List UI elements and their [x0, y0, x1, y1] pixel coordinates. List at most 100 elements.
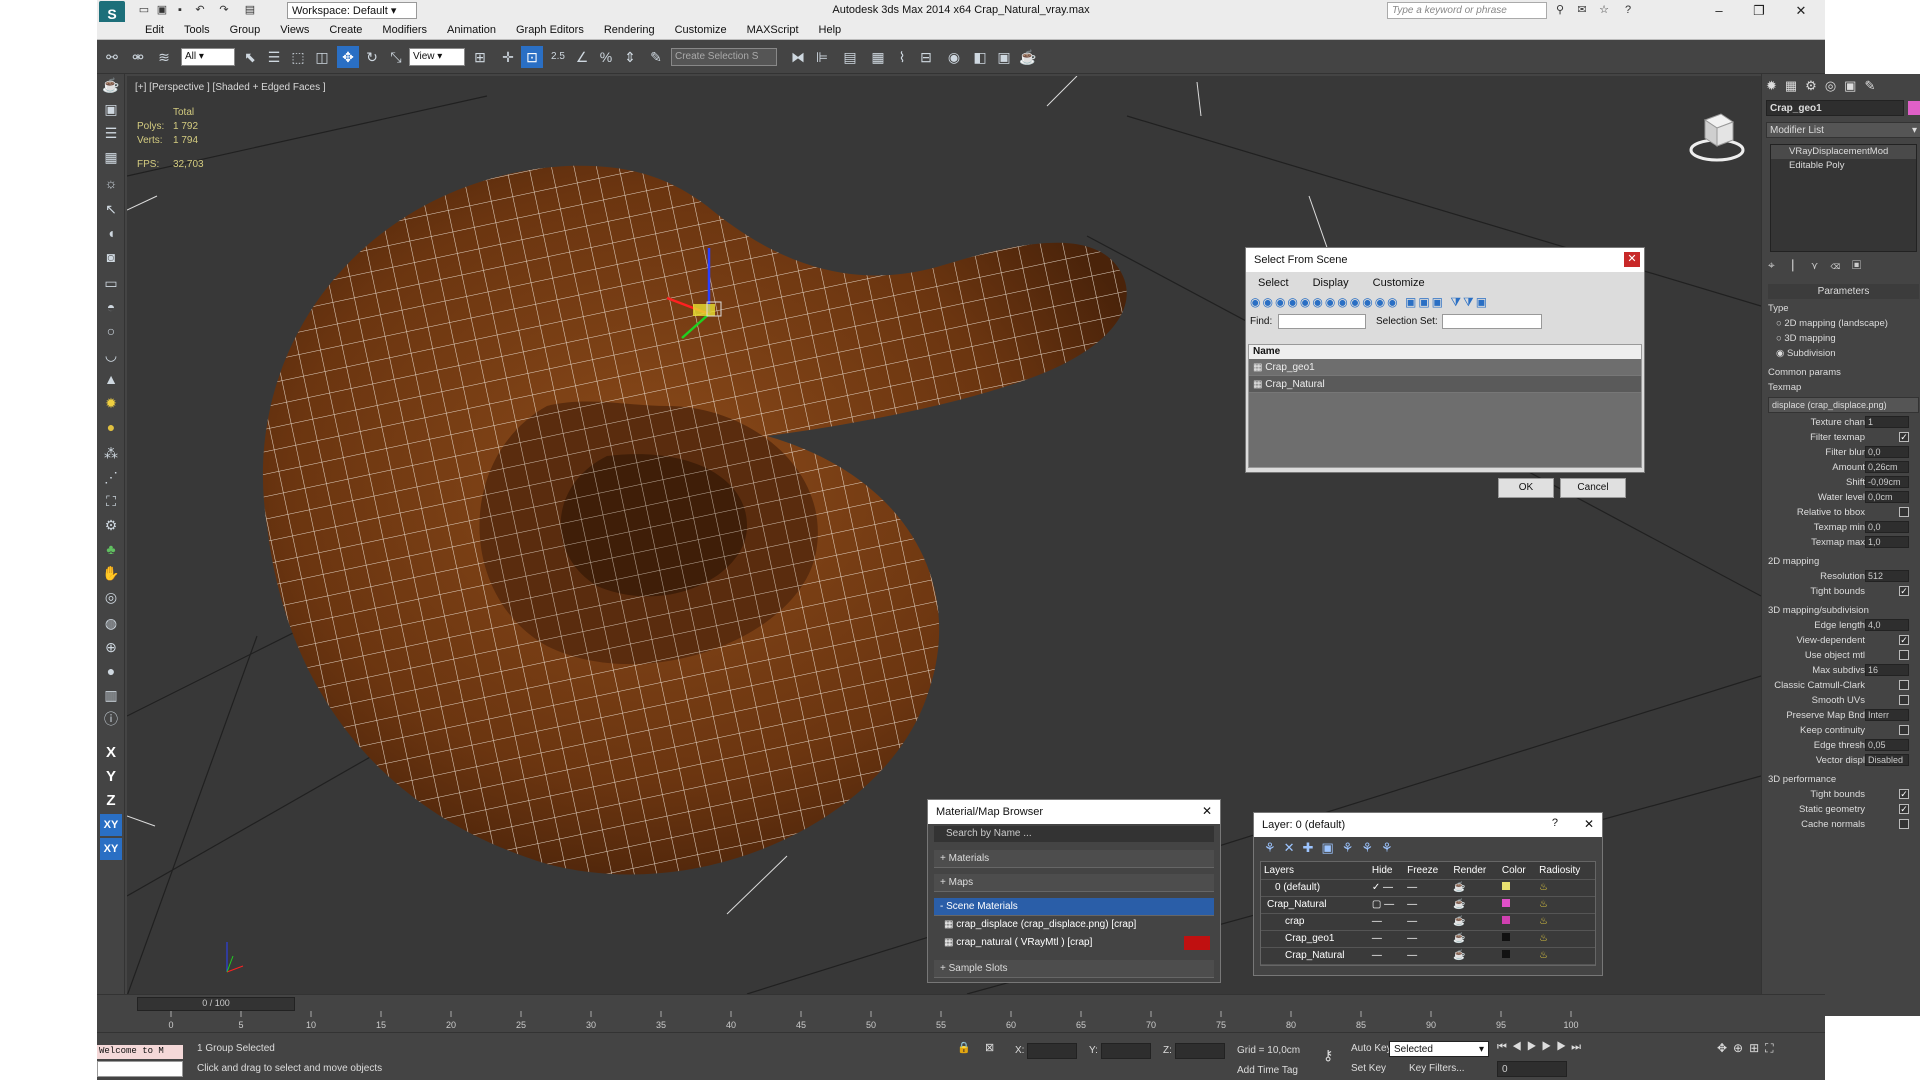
param-checkbox[interactable]	[1899, 507, 1909, 517]
set-key-button[interactable]: Set Key	[1351, 1063, 1386, 1074]
clipboard-icon[interactable]: ▥	[100, 684, 122, 706]
mmb-rollout-materials[interactable]: + Materials	[934, 850, 1214, 868]
type-radio-subdivision[interactable]: ◉ Subdivision	[1762, 346, 1920, 361]
viewcube-icon[interactable]	[1687, 106, 1747, 166]
layer-manager-icon[interactable]: ▤	[839, 46, 861, 68]
plant-icon[interactable]: ♣	[100, 538, 122, 560]
select-by-name-icon[interactable]: ☰	[263, 46, 285, 68]
render-setup-icon[interactable]: ◧	[969, 46, 991, 68]
mmb-rollout-sample-slots[interactable]: + Sample Slots	[934, 960, 1214, 978]
param-spinner[interactable]: -0,09cm	[1865, 476, 1909, 488]
edit-named-sel-icon[interactable]: ✎	[645, 46, 667, 68]
render-production-icon[interactable]: ☕	[1017, 46, 1039, 68]
sphere-light-icon[interactable]: ●	[100, 416, 122, 438]
absolute-mode-icon[interactable]: ⊠	[985, 1041, 994, 1054]
layer-toolbar[interactable]: ⚘✕✚▣⚘⚘⚘	[1254, 837, 1602, 859]
z-coord-field[interactable]	[1175, 1043, 1225, 1059]
param-spinner[interactable]: 4,0	[1865, 619, 1909, 631]
menu-graph-editors[interactable]: Graph Editors	[506, 22, 594, 36]
param-checkbox[interactable]: ✓	[1899, 789, 1909, 799]
param-checkbox[interactable]: ✓	[1899, 586, 1909, 596]
col-color[interactable]: Color	[1498, 862, 1537, 880]
sun-icon[interactable]: ✹	[100, 392, 122, 414]
col-render[interactable]: Render	[1450, 862, 1499, 880]
sphere-icon[interactable]: ○	[100, 320, 122, 342]
param-checkbox[interactable]	[1899, 819, 1909, 829]
menu-maxscript[interactable]: MAXScript	[737, 22, 809, 36]
help-search-input[interactable]: Type a keyword or phrase	[1387, 2, 1547, 19]
select-object-icon[interactable]: ⬉	[239, 46, 261, 68]
globe-icon[interactable]: ◍	[100, 612, 122, 634]
axis-z-button[interactable]: Z	[100, 790, 122, 812]
type-radio-2d[interactable]: ○ 2D mapping (landscape)	[1762, 316, 1920, 331]
param-spinner[interactable]: 0,0cm	[1865, 491, 1909, 503]
gear-icon[interactable]: ⚙	[100, 514, 122, 536]
bind-spacewarp-icon[interactable]: ≋	[153, 46, 175, 68]
col-freeze[interactable]: Freeze	[1404, 862, 1451, 880]
axis-x-button[interactable]: X	[100, 742, 122, 764]
pivot-center-icon[interactable]: ⊞	[469, 46, 491, 68]
param-spinner[interactable]: 0,05	[1865, 739, 1909, 751]
mmb-item-natural[interactable]: ▦ crap_natural ( VRayMtl ) [crap]	[940, 934, 1214, 952]
param-spinner[interactable]: Interr	[1865, 709, 1909, 721]
maxscript-input[interactable]	[97, 1061, 183, 1077]
layer-close-button[interactable]: ✕	[1584, 817, 1594, 831]
viewport-label[interactable]: [+] [Perspective ] [Shaded + Edged Faces…	[135, 82, 326, 93]
param-checkbox[interactable]	[1899, 650, 1909, 660]
param-spinner[interactable]: 512	[1865, 570, 1909, 582]
rendered-frame-icon[interactable]: ▣	[993, 46, 1015, 68]
sfs-menu-display[interactable]: Display	[1301, 272, 1361, 289]
graphite-ribbon-icon[interactable]: ▦	[867, 46, 889, 68]
teapot-icon[interactable]: ☕	[100, 74, 122, 96]
curve-editor-icon[interactable]: ⌇	[891, 46, 913, 68]
param-checkbox[interactable]	[1899, 680, 1909, 690]
menu-animation[interactable]: Animation	[437, 22, 506, 36]
mmb-rollout-maps[interactable]: + Maps	[934, 874, 1214, 892]
sfs-ok-button[interactable]: OK	[1498, 478, 1554, 498]
hand-icon[interactable]: ✋	[100, 562, 122, 584]
speaker-icon[interactable]: ◖	[100, 222, 122, 244]
timeline-track[interactable]: 0 5 10 15 20 25 30 35 40 45 50 55 60 65 70 75 80 85 90 95 10…	[167, 1011, 1597, 1033]
unlink-icon[interactable]: ⚮	[127, 46, 149, 68]
select-move-icon[interactable]: ✥	[337, 46, 359, 68]
parameters-rollout[interactable]: Parameters	[1768, 284, 1919, 299]
stack-item-editable-poly[interactable]: Editable Poly	[1771, 159, 1916, 173]
proxy-icon[interactable]: ⛶	[100, 490, 122, 512]
star-icon[interactable]: ☆	[1597, 3, 1611, 17]
axis-y-button[interactable]: Y	[100, 766, 122, 788]
layer-help-button[interactable]: ?	[1552, 817, 1558, 829]
col-layers[interactable]: Layers	[1261, 862, 1369, 880]
mmb-rollout-scene-materials[interactable]: - Scene Materials	[934, 898, 1214, 916]
bowl-icon[interactable]: ◡	[100, 344, 122, 366]
x-coord-field[interactable]	[1027, 1043, 1077, 1059]
layer-row[interactable]: 0 (default) ✓ — — ☕ ♨	[1261, 879, 1595, 897]
menu-create[interactable]: Create	[319, 22, 372, 36]
info-icon[interactable]: ⓘ	[100, 708, 122, 730]
command-panel-tabs[interactable]: ✹▦⚙◎▣✎	[1762, 74, 1920, 98]
named-selection-input[interactable]: Create Selection S	[671, 48, 777, 66]
window-crossing-icon[interactable]: ◫	[311, 46, 333, 68]
sfs-find-input[interactable]	[1278, 314, 1366, 329]
sfs-menu-customize[interactable]: Customize	[1361, 272, 1437, 289]
param-spinner[interactable]: 1,0	[1865, 536, 1909, 548]
modifier-list-dropdown[interactable]: Modifier List ▾	[1766, 122, 1920, 138]
param-checkbox[interactable]: ✓	[1899, 635, 1909, 645]
minimize-button[interactable]: –	[1699, 0, 1739, 22]
ref-coord-dropdown[interactable]: View ▾	[409, 48, 465, 66]
mmb-item-displace[interactable]: ▦ crap_displace (crap_displace.png) [cra…	[940, 916, 1214, 934]
plane-icon[interactable]: ▭	[100, 272, 122, 294]
param-checkbox[interactable]	[1899, 695, 1909, 705]
communication-icon[interactable]: ✉	[1575, 3, 1589, 17]
key-icon[interactable]: ⚷	[1323, 1047, 1333, 1064]
link-icon[interactable]: ⚯	[101, 46, 123, 68]
sfs-menu-select[interactable]: Select	[1246, 272, 1301, 289]
key-filters-button[interactable]: Key Filters...	[1409, 1063, 1465, 1074]
sfs-filter-toolbar[interactable]: ◉◉◉◉◉◉◉◉◉◉◉◉ ▣▣▣ ⧩⧩▣	[1246, 292, 1644, 312]
pointer-icon[interactable]: ↖	[100, 198, 122, 220]
axis-xy-cycle-button[interactable]: XY	[100, 838, 122, 860]
menu-rendering[interactable]: Rendering	[594, 22, 665, 36]
key-mode-dropdown[interactable]: Selected ▾	[1389, 1041, 1489, 1057]
cone-icon[interactable]: ▲	[100, 368, 122, 390]
camera-icon[interactable]: ◙	[100, 246, 122, 268]
align-icon[interactable]: ⊫	[811, 46, 833, 68]
